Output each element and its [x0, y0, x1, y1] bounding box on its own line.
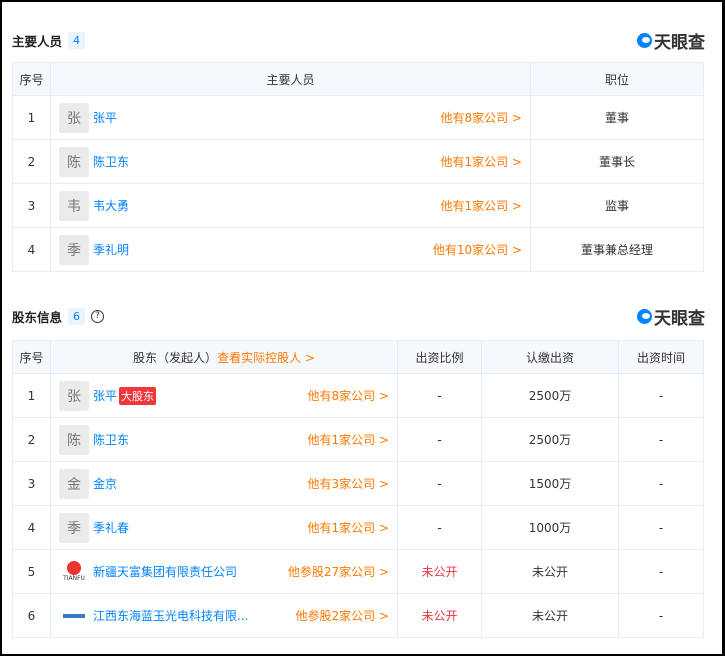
- time: -: [618, 549, 704, 594]
- role: 董事兼总经理: [530, 227, 704, 272]
- companies-link[interactable]: 他参股2家公司 >: [295, 607, 389, 624]
- table-row: 1 张张平 他有8家公司 > 董事: [12, 95, 704, 140]
- table-header-row: 序号 股东（发起人）查看实际控股人 > 出资比例 认缴出资 出资时间: [12, 340, 704, 374]
- companies-link[interactable]: 他有1家公司 >: [307, 431, 389, 448]
- row-number: 1: [12, 373, 51, 418]
- help-icon[interactable]: ?: [91, 309, 105, 323]
- table-row: 2 陈陈卫东 他有1家公司 > - 2500万 -: [12, 417, 704, 462]
- avatar: 韦: [59, 190, 89, 221]
- col-role: 职位: [530, 62, 704, 96]
- tianyancha-logo: 天眼查: [637, 28, 705, 53]
- avatar: 季: [59, 234, 89, 265]
- holder-link[interactable]: 张平: [93, 387, 117, 404]
- role: 董事长: [530, 139, 704, 184]
- avatar: 金: [59, 468, 89, 499]
- ratio: 未公开: [397, 593, 482, 638]
- view-controller-link[interactable]: 查看实际控股人 >: [217, 351, 315, 365]
- table-row: 3 金金京 他有3家公司 > - 1500万 -: [12, 461, 704, 506]
- table-row: 5 TIANFU 新疆天富集团有限责任公司 他参股27家公司 > 未公开 未公开 -: [12, 549, 704, 594]
- company-logo: TIANFU: [59, 557, 89, 587]
- person-link[interactable]: 季礼明: [93, 241, 129, 258]
- person-link[interactable]: 韦大勇: [93, 197, 129, 214]
- time: -: [618, 593, 704, 638]
- companies-link[interactable]: 他有3家公司 >: [307, 475, 389, 492]
- companies-link[interactable]: 他有1家公司 >: [307, 519, 389, 536]
- row-number: 1: [12, 95, 51, 140]
- person-link[interactable]: 陈卫东: [93, 153, 129, 170]
- tianyancha-logo: 天眼查: [637, 304, 705, 329]
- row-number: 2: [12, 417, 51, 462]
- col-ratio: 出资比例: [397, 340, 482, 374]
- holders-count-badge: 6: [68, 307, 86, 325]
- major-holder-badge: 大股东: [119, 386, 157, 405]
- amount: 未公开: [481, 549, 619, 594]
- col-amount: 认缴出资: [481, 340, 619, 374]
- amount: 未公开: [481, 593, 619, 638]
- ratio: 未公开: [397, 549, 482, 594]
- row-number: 3: [12, 183, 51, 228]
- table-row: 4 季季礼明 他有10家公司 > 董事兼总经理: [12, 227, 704, 272]
- companies-link[interactable]: 他有8家公司 >: [440, 109, 522, 126]
- table-row: 1 张张平 大股东 他有8家公司 > - 2500万 -: [12, 373, 704, 418]
- company-logo: [59, 601, 89, 631]
- staff-table: 序号 主要人员 职位 1 张张平 他有8家公司 > 董事 2 陈陈卫东 他有1家公司…: [12, 62, 704, 272]
- avatar: 张: [59, 380, 89, 411]
- logo-icon: [637, 32, 652, 48]
- holder-link[interactable]: 新疆天富集团有限责任公司: [93, 563, 237, 580]
- row-number: 5: [12, 549, 51, 594]
- avatar: 陈: [59, 146, 89, 177]
- time: -: [618, 373, 704, 418]
- companies-link[interactable]: 他参股27家公司 >: [288, 563, 389, 580]
- holders-title: 股东信息: [12, 309, 63, 325]
- table-row: 3 韦韦大勇 他有1家公司 > 监事: [12, 183, 704, 228]
- amount: 2500万: [481, 417, 619, 462]
- companies-link[interactable]: 他有1家公司 >: [440, 153, 522, 170]
- logo-icon: [637, 308, 652, 324]
- companies-link[interactable]: 他有8家公司 >: [307, 387, 389, 404]
- staff-count-badge: 4: [68, 31, 86, 49]
- time: -: [618, 461, 704, 506]
- col-holder: 股东（发起人）查看实际控股人 >: [50, 340, 398, 374]
- table-row: 2 陈陈卫东 他有1家公司 > 董事长: [12, 139, 704, 184]
- table-row: 6 江西东海蓝玉光电科技有限... 他参股2家公司 > 未公开 未公开 -: [12, 593, 704, 638]
- time: -: [618, 417, 704, 462]
- amount: 2500万: [481, 373, 619, 418]
- ratio: -: [397, 461, 482, 506]
- avatar: 张: [59, 102, 89, 133]
- role: 监事: [530, 183, 704, 228]
- role: 董事: [530, 95, 704, 140]
- row-number: 3: [12, 461, 51, 506]
- holder-link[interactable]: 金京: [93, 475, 117, 492]
- avatar: 季: [59, 512, 89, 543]
- row-number: 4: [12, 505, 51, 550]
- col-no: 序号: [12, 62, 51, 96]
- table-header-row: 序号 主要人员 职位: [12, 62, 704, 96]
- person-link[interactable]: 张平: [93, 109, 117, 126]
- avatar: 陈: [59, 424, 89, 455]
- companies-link[interactable]: 他有10家公司 >: [433, 241, 522, 258]
- table-row: 4 季季礼春 他有1家公司 > - 1000万 -: [12, 505, 704, 550]
- row-number: 4: [12, 227, 51, 272]
- holder-link[interactable]: 陈卫东: [93, 431, 129, 448]
- ratio: -: [397, 505, 482, 550]
- companies-link[interactable]: 他有1家公司 >: [440, 197, 522, 214]
- amount: 1000万: [481, 505, 619, 550]
- col-no: 序号: [12, 340, 51, 374]
- row-number: 6: [12, 593, 51, 638]
- col-time: 出资时间: [618, 340, 704, 374]
- row-number: 2: [12, 139, 51, 184]
- time: -: [618, 505, 704, 550]
- staff-title: 主要人员: [12, 33, 63, 49]
- staff-section-header: 主要人员 4 天眼查: [12, 28, 705, 53]
- ratio: -: [397, 373, 482, 418]
- amount: 1500万: [481, 461, 619, 506]
- holder-link[interactable]: 江西东海蓝玉光电科技有限...: [93, 607, 248, 624]
- holder-link[interactable]: 季礼春: [93, 519, 129, 536]
- holders-section-header: 股东信息 6 ? 天眼查: [12, 304, 705, 329]
- col-person: 主要人员: [50, 62, 531, 96]
- holders-table: 序号 股东（发起人）查看实际控股人 > 出资比例 认缴出资 出资时间 1 张张平…: [12, 340, 704, 638]
- ratio: -: [397, 417, 482, 462]
